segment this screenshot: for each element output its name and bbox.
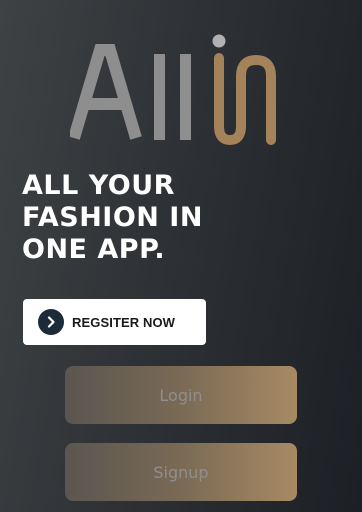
hero-line-3: ONE APP. [22,234,166,265]
logo-letter-l1 [154,54,165,140]
register-now-button[interactable]: REGSITER NOW [23,299,206,345]
logo-letter-a [70,44,142,140]
allin-logo [70,34,276,145]
logo-letter-in [214,53,276,145]
login-button[interactable]: Login [65,366,297,424]
logo-i-dot [212,34,226,48]
register-now-label: REGSITER NOW [72,314,176,330]
signup-button[interactable]: Signup [65,443,297,501]
signup-label: Signup [153,462,209,482]
chevron-right-icon [38,309,64,335]
logo-letter-l2 [180,54,191,140]
login-label: Login [159,385,203,405]
hero-line-2: FASHION IN [22,202,203,233]
hero-tagline: ALL YOUR FASHION IN ONE APP. [22,170,322,266]
hero-line-1: ALL YOUR [22,170,175,201]
